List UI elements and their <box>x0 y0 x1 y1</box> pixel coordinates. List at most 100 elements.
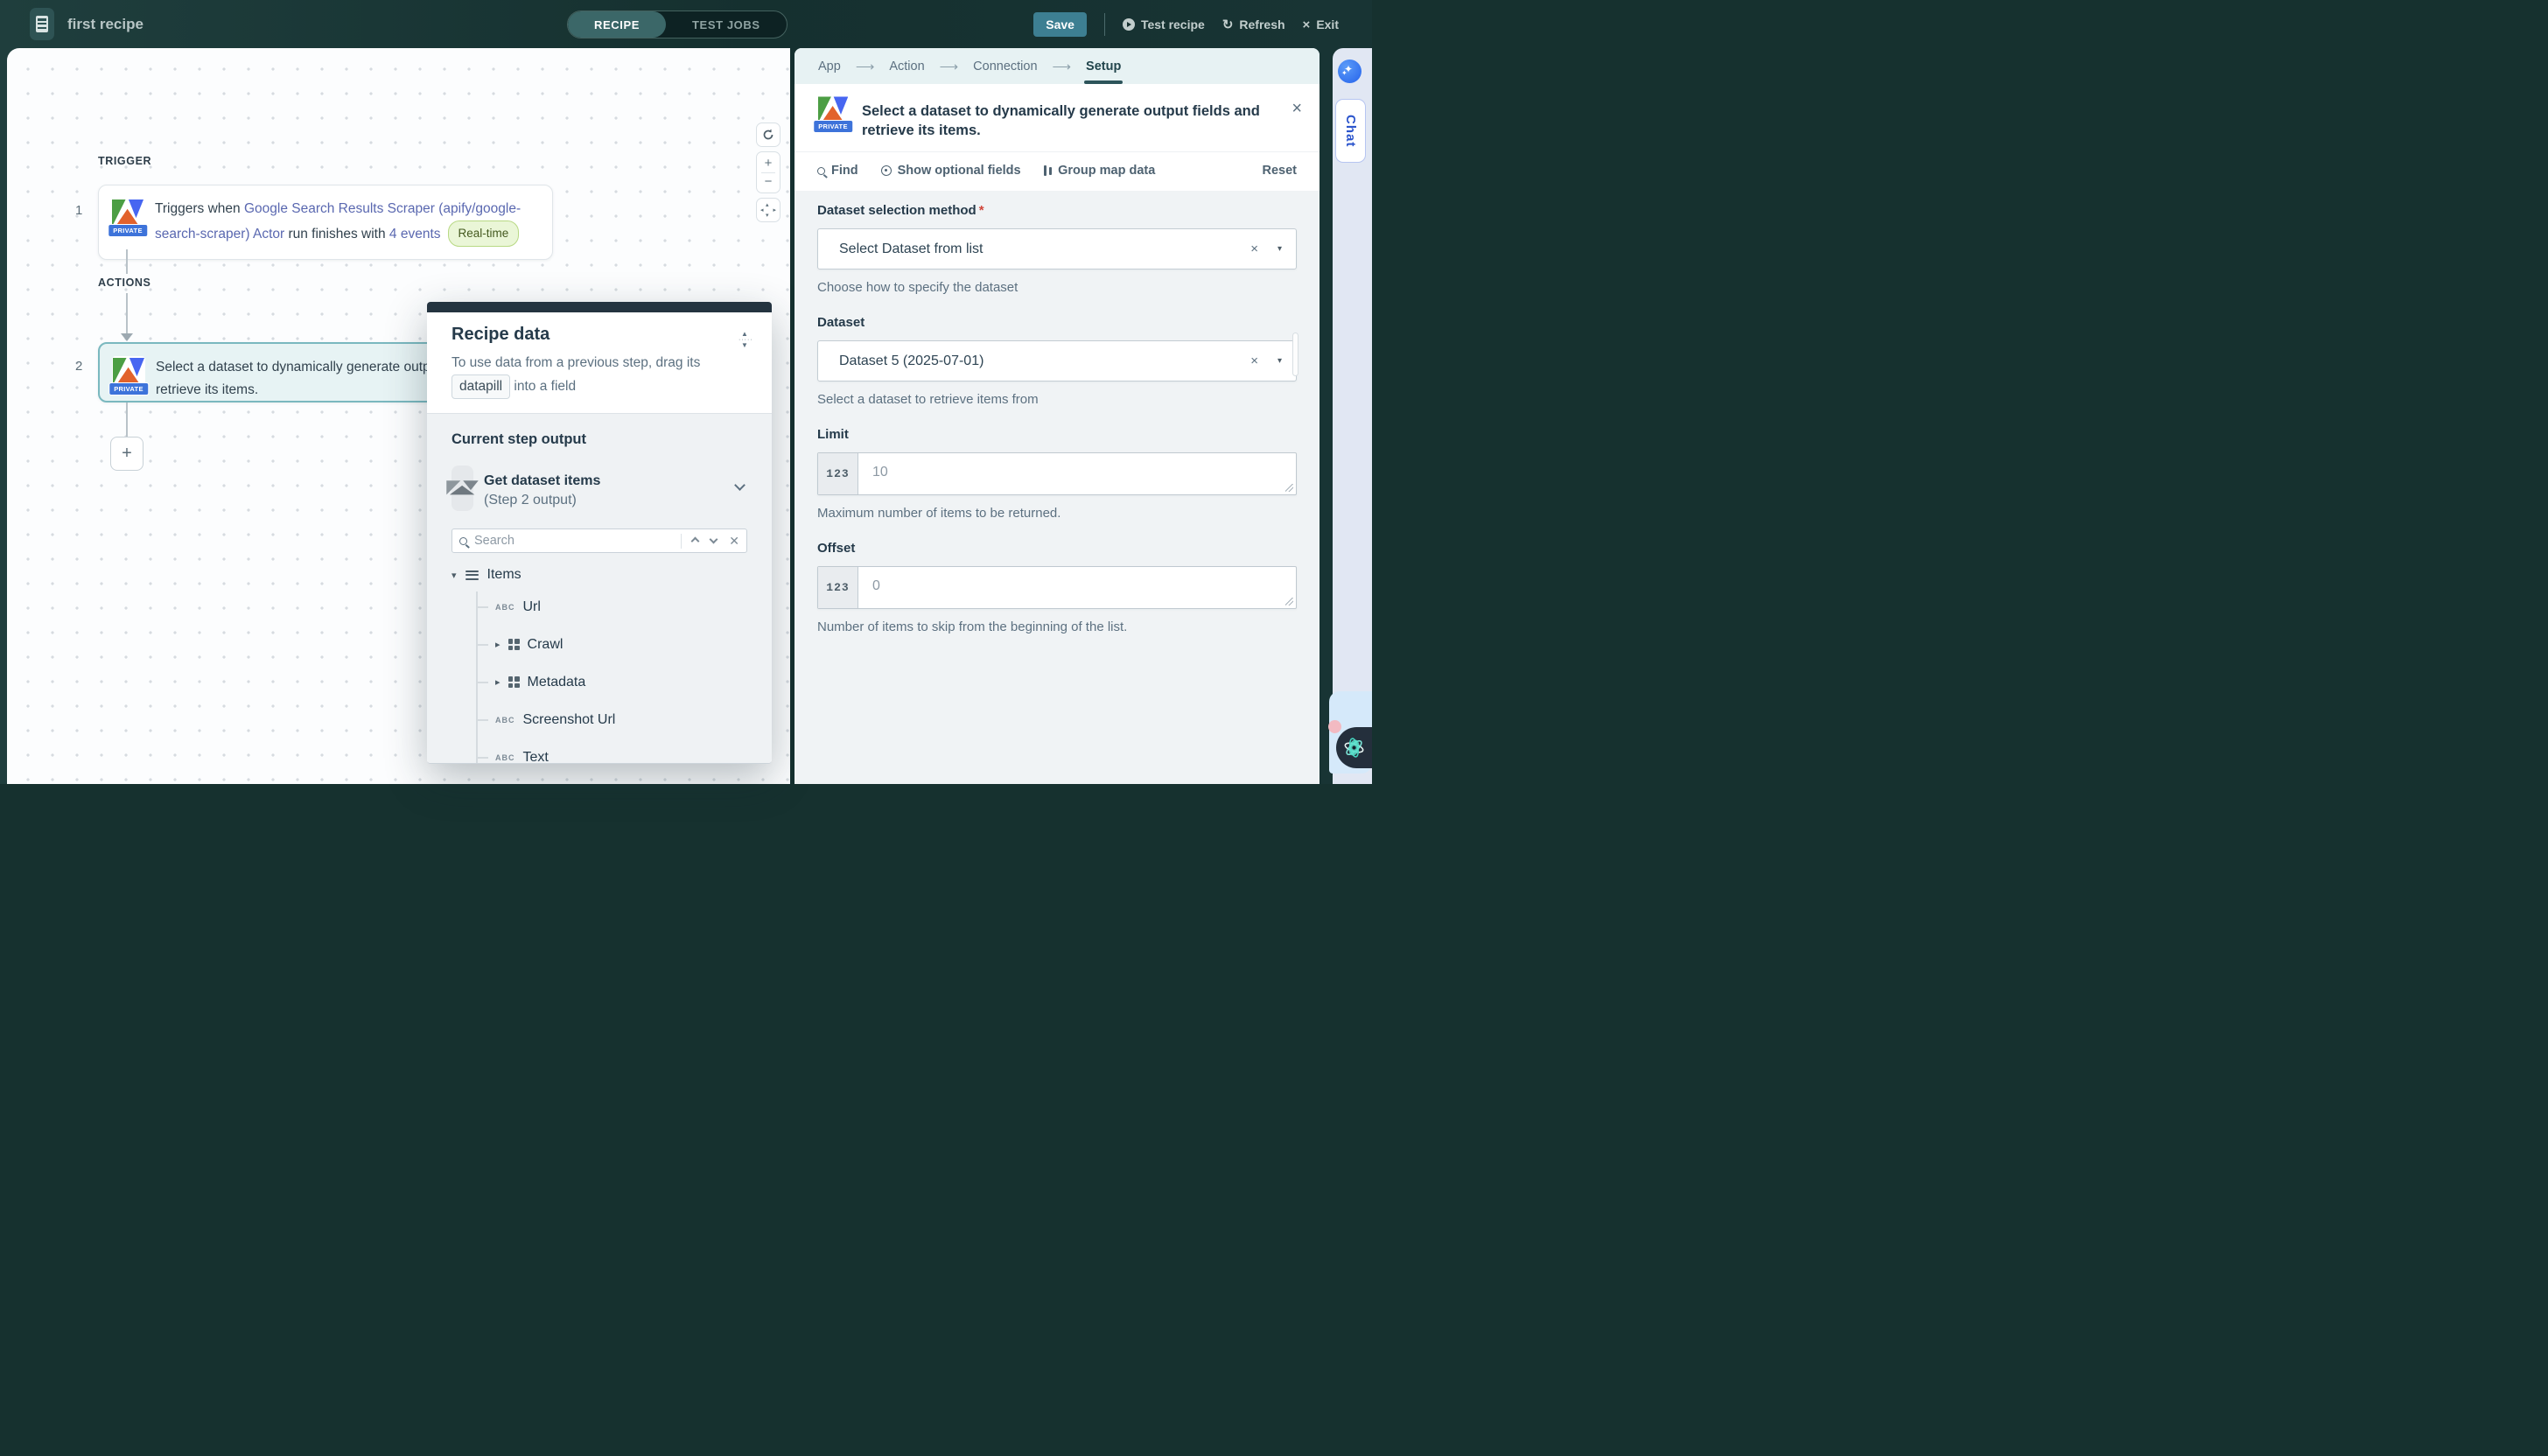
object-type-icon <box>508 676 520 688</box>
field-help: Maximum number of items to be returned. <box>817 506 1297 521</box>
find-button[interactable]: Find <box>817 164 858 178</box>
clear-search-icon[interactable]: ✕ <box>729 534 739 549</box>
show-optional-fields-button[interactable]: Show optional fields <box>881 164 1021 178</box>
number-type-addon: 123 <box>818 567 858 608</box>
text-type-icon: ABC <box>495 603 515 612</box>
datatree-search-box: ✕ <box>452 528 747 553</box>
tree-row-metadata[interactable]: ▸ Metadata <box>476 663 747 701</box>
limit-input-group: 123 10 <box>817 452 1297 495</box>
limit-input[interactable]: 10 <box>858 453 1296 494</box>
apify-app-icon: PRIVATE <box>111 198 144 231</box>
tree-row-url[interactable]: ABC Url <box>476 588 747 626</box>
output-step-sub: (Step 2 output) <box>484 493 600 508</box>
dropdown-caret-icon[interactable]: ▾ <box>1278 244 1282 254</box>
tab-recipe[interactable]: RECIPE <box>568 11 666 38</box>
offset-input[interactable]: 0 <box>858 567 1296 608</box>
add-step-button[interactable]: + <box>110 437 144 471</box>
events-link[interactable]: 4 events <box>389 227 441 242</box>
panel-step-title: Select a dataset to dynamically generate… <box>862 95 1278 140</box>
collapse-triangle-icon[interactable]: ▾ <box>452 570 457 581</box>
exit-button[interactable]: × Exit <box>1303 18 1339 32</box>
group-map-data-button[interactable]: Group map data <box>1044 164 1156 178</box>
tab-test-jobs[interactable]: TEST JOBS <box>666 11 787 38</box>
trigger-step-card[interactable]: PRIVATE Triggers when Google Search Resu… <box>98 185 553 260</box>
apify-app-icon: PRIVATE <box>817 95 849 127</box>
undo-rotate-icon <box>762 129 774 141</box>
field-dataset-selection-method: Dataset selection method* Select Dataset… <box>817 203 1297 295</box>
topbar-divider <box>1104 13 1105 36</box>
close-panel-icon[interactable]: × <box>1292 95 1302 119</box>
step-setup-panel: App ⟶ Action ⟶ Connection ⟶ Setup PRIVAT… <box>794 48 1320 784</box>
zoom-in-button[interactable]: + <box>765 158 773 170</box>
output-field-tree: ABC Url ▸ Crawl ▸ Metadata ABC Screensho… <box>476 588 747 764</box>
chevron-up-icon[interactable] <box>691 536 700 545</box>
tree-row-crawl[interactable]: ▸ Crawl <box>476 626 747 663</box>
dropdown-caret-icon[interactable]: ▾ <box>1278 356 1282 366</box>
ai-assistant-button[interactable]: ✦✦ <box>1338 60 1362 83</box>
chevron-down-icon[interactable] <box>710 535 718 543</box>
field-help: Number of items to skip from the beginni… <box>817 620 1297 634</box>
datapill-chip: datapill <box>452 374 510 399</box>
panel-breadcrumb: App ⟶ Action ⟶ Connection ⟶ Setup <box>794 48 1320 84</box>
chevron-down-icon[interactable] <box>734 480 746 491</box>
object-type-icon <box>508 639 520 650</box>
breadcrumb-app[interactable]: App <box>818 60 841 74</box>
offset-input-group: 123 0 <box>817 566 1297 609</box>
field-label: Dataset selection method* <box>817 203 1297 218</box>
test-recipe-button[interactable]: Test recipe <box>1123 18 1205 32</box>
reset-view-button[interactable] <box>756 122 780 147</box>
output-step-name: Get dataset items <box>484 469 600 493</box>
tree-root-items[interactable]: ▾ Items <box>452 567 747 583</box>
connector-line <box>126 293 128 333</box>
optional-fields-icon <box>881 165 892 176</box>
search-input[interactable] <box>467 534 681 548</box>
chat-tab[interactable]: Chat <box>1335 99 1366 163</box>
reset-button[interactable]: Reset <box>1263 164 1298 178</box>
popup-body: Current step output Get dataset items (S… <box>427 413 772 764</box>
breadcrumb-action[interactable]: Action <box>889 60 924 74</box>
current-step-output-title: Current step output <box>452 431 747 448</box>
clear-select-icon[interactable]: × <box>1250 242 1258 256</box>
sparkle-icon: ✦ <box>1341 69 1348 77</box>
refresh-icon: ↻ <box>1222 17 1234 32</box>
search-icon <box>817 167 825 175</box>
dataset-method-select[interactable]: Select Dataset from list × ▾ <box>817 228 1297 270</box>
panel-scrollbar[interactable] <box>1292 332 1298 376</box>
app-logo[interactable] <box>30 8 54 40</box>
breadcrumb-connection[interactable]: Connection <box>973 60 1037 74</box>
tree-row-screenshot-url[interactable]: ABC Screenshot Url <box>476 701 747 738</box>
devtools-toggle-button[interactable] <box>1336 727 1372 768</box>
fit-view-button[interactable]: ▴▾◂▸ <box>756 198 780 222</box>
save-button[interactable]: Save <box>1033 12 1087 37</box>
panel-title-row: PRIVATE Select a dataset to dynamically … <box>794 84 1320 152</box>
arrow-right-icon: ⟶ <box>940 59 959 74</box>
zoom-out-button[interactable]: − <box>765 176 773 188</box>
private-badge: PRIVATE <box>108 224 148 237</box>
search-tools: ✕ <box>681 534 739 549</box>
resize-handle-icon[interactable] <box>1285 484 1293 492</box>
close-icon: × <box>1303 18 1311 32</box>
canvas-zoom-controls: + − ▴▾◂▸ <box>756 122 780 227</box>
notification-dot[interactable] <box>1328 720 1341 733</box>
breadcrumb-setup[interactable]: Setup <box>1086 60 1121 74</box>
resize-handle-icon[interactable] <box>1285 598 1293 606</box>
step-output-row[interactable]: Get dataset items (Step 2 output) <box>452 466 747 511</box>
dataset-select[interactable]: Dataset 5 (2025-07-01) × ▾ <box>817 340 1297 382</box>
tree-row-text[interactable]: ABC Text <box>476 738 747 764</box>
recipe-editor-app: first recipe RECIPE TEST JOBS Save Test … <box>0 0 1372 784</box>
expand-triangle-icon[interactable]: ▸ <box>495 639 500 650</box>
required-asterisk: * <box>979 203 984 218</box>
resize-handle-icon[interactable]: ▲·····▼ <box>738 332 751 348</box>
popup-drag-bar[interactable] <box>427 302 772 312</box>
field-label: Limit <box>817 427 1297 442</box>
expand-triangle-icon[interactable]: ▸ <box>495 676 500 688</box>
step1-number: 1 <box>75 203 82 218</box>
recipe-data-popup: Recipe data To use data from a previous … <box>427 302 772 764</box>
popup-title: Recipe data <box>452 325 747 345</box>
refresh-button[interactable]: ↻ Refresh <box>1222 17 1285 32</box>
apify-gray-icon-tile <box>452 466 473 511</box>
field-label: Offset <box>817 541 1297 556</box>
search-icon <box>459 537 467 545</box>
realtime-badge: Real-time <box>448 220 520 247</box>
clear-select-icon[interactable]: × <box>1250 354 1258 368</box>
